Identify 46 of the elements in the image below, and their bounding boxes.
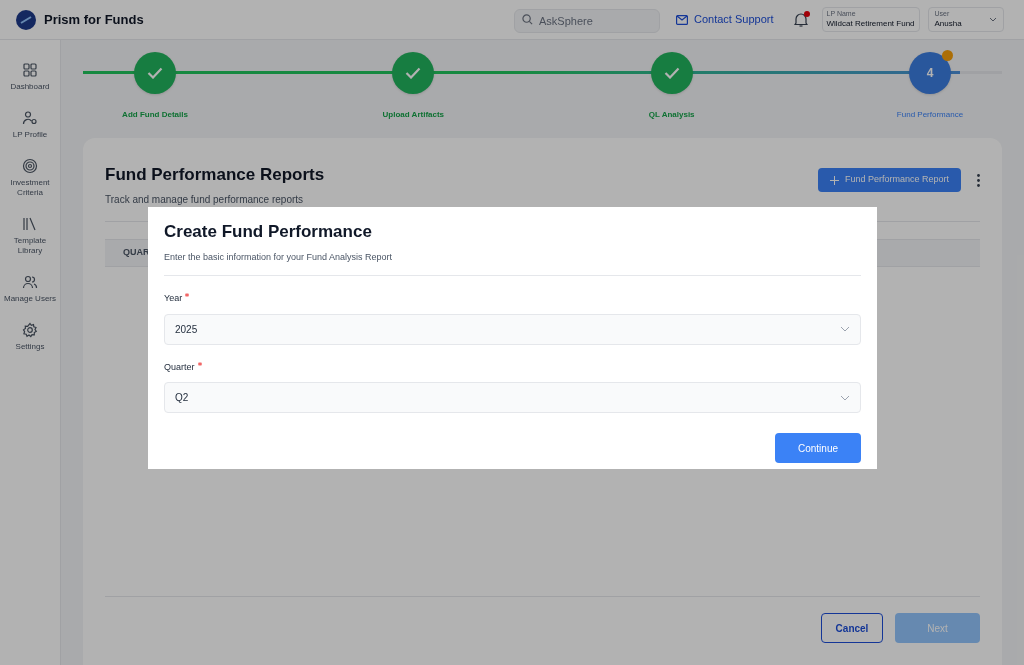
sidebar-item[interactable]: Settings — [2, 322, 58, 352]
more-options-icon[interactable] — [977, 174, 980, 187]
users-icon — [22, 274, 38, 290]
plus-icon — [829, 175, 839, 185]
modal-subtitle: Enter the basic information for your Fund Analysis Report — [164, 250, 394, 264]
select-field[interactable]: 2025 — [164, 313, 861, 345]
notification-button[interactable] — [793, 10, 810, 29]
step-label: QL Analysis — [648, 109, 695, 121]
settings-icon — [22, 322, 38, 338]
checkmark-icon — [405, 67, 422, 79]
page-title: Fund Performance Reports — [105, 164, 326, 186]
lp-name-value: Wildcat Retirement Fund — [826, 18, 915, 29]
field-label: Quarter — [164, 360, 861, 374]
search-icon — [522, 13, 533, 25]
logo-icon — [16, 9, 36, 30]
sidebar-item[interactable]: Dashboard — [2, 62, 58, 92]
contact-support-link[interactable]: Contact Support — [676, 11, 774, 28]
chevron-down-icon — [840, 394, 850, 401]
person-icon — [22, 110, 38, 126]
continue-button[interactable]: Continue — [775, 433, 861, 463]
app-title: Prism for Funds — [44, 10, 144, 29]
sidebar-item[interactable]: Investment Criteria — [2, 158, 58, 198]
target-icon — [22, 158, 38, 174]
chevron-down-icon — [840, 326, 850, 332]
sidebar-item[interactable]: Template Library — [2, 216, 58, 256]
page-subtitle: Track and manage fund performance reports — [105, 192, 305, 207]
field-label: Year — [164, 292, 861, 306]
sidebar-item[interactable]: Manage Users — [2, 274, 58, 304]
step-label: Fund Performance — [896, 109, 964, 121]
chevron-down-icon — [988, 17, 997, 22]
search-field[interactable]: AskSphere — [514, 8, 660, 33]
step-label: Upload Artifacts — [382, 109, 445, 121]
user-value: Anusha — [934, 18, 963, 29]
mail-icon — [676, 14, 688, 25]
bell-icon — [793, 11, 808, 28]
grid-icon — [22, 62, 38, 78]
checkmark-icon — [663, 67, 680, 79]
sidebar-item[interactable]: LP Profile — [2, 110, 58, 140]
cancel-button[interactable]: Cancel — [821, 613, 883, 643]
books-icon — [22, 216, 38, 232]
select-field[interactable]: Q2 — [164, 382, 861, 413]
column-header: QUAR — [123, 245, 150, 259]
modal-title: Create Fund Performance — [164, 221, 373, 243]
add-report-button[interactable]: Fund Performance Report — [817, 168, 961, 192]
step-label: Add Fund Details — [122, 109, 188, 121]
checkmark-icon — [147, 67, 163, 79]
